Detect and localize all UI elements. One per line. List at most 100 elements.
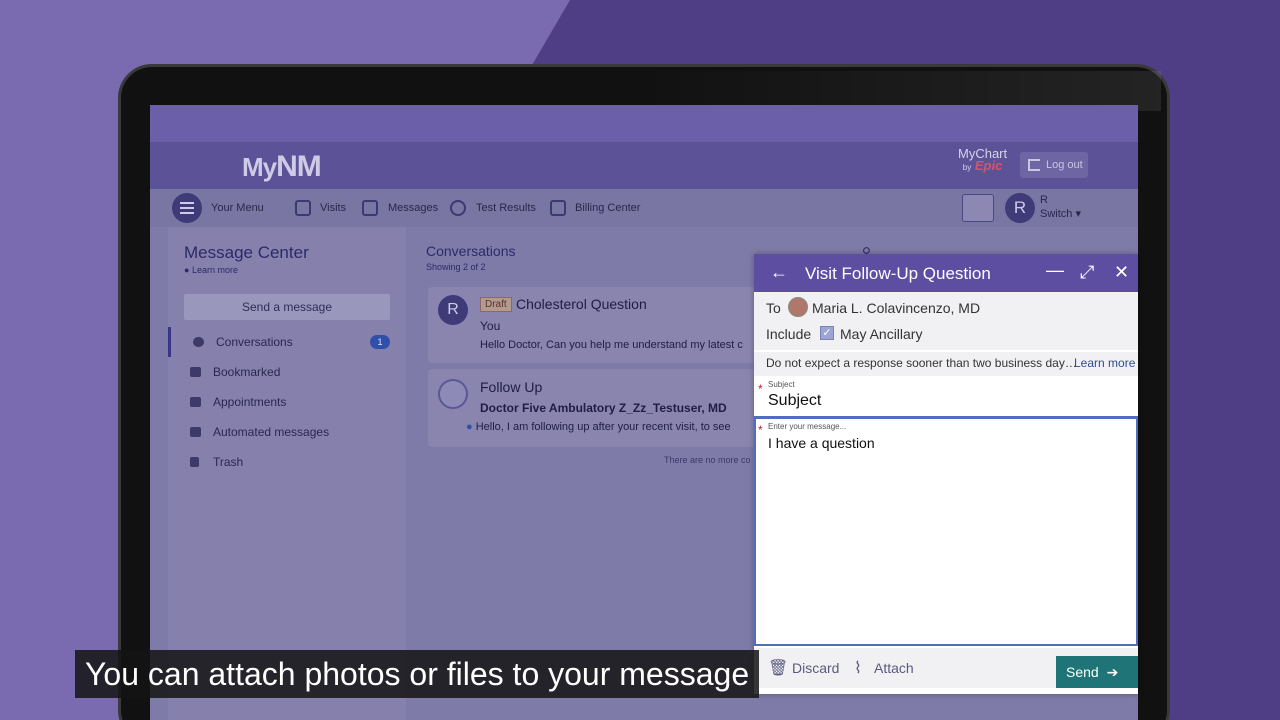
- switch-label: Switch: [1040, 208, 1073, 220]
- nav-your-menu[interactable]: Your Menu: [211, 189, 264, 227]
- message-center-panel: Message Center ● Learn more Send a messa…: [168, 227, 406, 720]
- folder-appointments[interactable]: Appointments: [168, 387, 406, 417]
- subject-field[interactable]: * Subject Subject: [754, 378, 1138, 418]
- notice-learn-more-link[interactable]: Learn more: [1074, 356, 1135, 370]
- back-arrow-icon[interactable]: ←: [770, 262, 788, 283]
- info-icon: ●: [184, 265, 190, 275]
- nav-billing-center[interactable]: Billing Center: [575, 189, 640, 227]
- mychart-logo: MyChart by Epic: [958, 147, 1007, 174]
- switch-user[interactable]: R Switch ▾: [1040, 193, 1081, 221]
- app-header: MyNM MyChart by Epic Log out: [150, 142, 1138, 189]
- menu-icon[interactable]: [172, 193, 202, 223]
- conversation-subject: Cholesterol Question: [516, 296, 647, 312]
- learn-more-label: Learn more: [191, 265, 238, 275]
- include-checkbox[interactable]: ✓: [820, 326, 834, 340]
- conversations-count: Showing 2 of 2: [426, 262, 486, 272]
- conversation-from: Doctor Five Ambulatory Z_Zz_Testuser, MD: [480, 401, 727, 415]
- calendar-icon: [190, 397, 201, 407]
- trash-icon: 🗑: [768, 660, 789, 677]
- flask-icon: [450, 200, 466, 216]
- envelope-icon: [362, 200, 378, 216]
- subject-field-label: Subject: [768, 380, 795, 389]
- conversation-preview-text: Hello, I am following up after your rece…: [475, 421, 731, 433]
- compose-footer: 🗑 Discard ⌇ Attach Send ➔: [754, 648, 1138, 688]
- conversation-item[interactable]: R Draft Cholesterol Question You Hello D…: [428, 287, 758, 363]
- epic-text: Epic: [974, 158, 1003, 173]
- switch-initial: R: [1040, 194, 1048, 206]
- conversation-from: You: [480, 319, 501, 333]
- message-field-label: Enter your message...: [768, 422, 847, 431]
- paperclip-icon: ⌇: [854, 660, 862, 677]
- folder-icon: [190, 427, 201, 437]
- conversation-subject: Follow Up: [480, 379, 543, 395]
- message-input[interactable]: I have a question: [768, 435, 875, 451]
- credit-card-icon: [550, 200, 566, 216]
- send-arrow-icon: ➔: [1106, 664, 1119, 680]
- calendar-icon: [295, 200, 311, 216]
- app-logo[interactable]: MyNM: [242, 150, 322, 184]
- nav-test-results[interactable]: Test Results: [476, 189, 536, 227]
- folder-label: Appointments: [213, 395, 287, 409]
- send-message-button[interactable]: Send a message: [184, 294, 390, 320]
- compose-header: ← Visit Follow-Up Question — ⤢ ✕: [754, 254, 1138, 292]
- logo-text: My: [242, 152, 277, 182]
- user-avatar[interactable]: R: [1005, 193, 1035, 223]
- include-label: Include: [766, 326, 812, 342]
- expand-icon[interactable]: ⤢: [1080, 262, 1094, 283]
- discard-button[interactable]: Discard: [792, 660, 839, 676]
- message-center-title: Message Center: [184, 243, 309, 262]
- bookmark-icon: [190, 367, 201, 377]
- recipients-section: To Maria L. Colavincenzo, MD Include ✓ M…: [754, 292, 1138, 350]
- conversation-preview: ● Hello, I am following up after your re…: [466, 421, 731, 433]
- logout-label: Log out: [1046, 159, 1083, 171]
- folder-label: Automated messages: [213, 425, 330, 439]
- folder-conversations[interactable]: Conversations 1: [168, 327, 406, 357]
- chevron-down-icon: ▾: [1075, 208, 1081, 220]
- draft-badge: Draft: [480, 297, 512, 312]
- nav-visits[interactable]: Visits: [320, 189, 346, 227]
- required-marker: *: [758, 423, 763, 437]
- nav-messages[interactable]: Messages: [388, 189, 438, 227]
- nav-bar: Your Menu Visits Messages Test Results B…: [150, 189, 1138, 227]
- logout-button[interactable]: Log out: [1020, 152, 1088, 178]
- qr-code-icon[interactable]: [962, 194, 994, 222]
- learn-more-link[interactable]: ● Learn more: [184, 265, 238, 275]
- send-label: Send: [1066, 664, 1099, 680]
- chat-bubble-icon: [193, 337, 204, 347]
- top-strip: [150, 105, 1138, 142]
- notice-text: Do not expect a response sooner than two…: [766, 356, 1077, 370]
- conversations-title: Conversations: [426, 243, 516, 259]
- folder-bookmarked[interactable]: Bookmarked: [168, 357, 406, 387]
- trash-icon: [190, 457, 199, 467]
- no-more-conversations: There are no more co: [664, 455, 751, 465]
- send-button[interactable]: Send ➔: [1056, 656, 1138, 688]
- compose-title: Visit Follow-Up Question: [805, 264, 991, 283]
- folder-trash[interactable]: Trash: [168, 447, 406, 477]
- video-caption: You can attach photos or files to your m…: [75, 650, 760, 698]
- close-icon[interactable]: ✕: [1114, 262, 1129, 283]
- avatar: [438, 379, 468, 409]
- attach-button[interactable]: Attach: [874, 660, 914, 676]
- avatar: R: [438, 295, 468, 325]
- recipient-name: Maria L. Colavincenzo, MD: [812, 300, 981, 316]
- logo-mark: NM: [276, 150, 322, 183]
- required-marker: *: [758, 382, 763, 396]
- to-label: To: [766, 300, 781, 316]
- response-notice: Do not expect a response sooner than two…: [754, 352, 1138, 376]
- compose-message-panel: ← Visit Follow-Up Question — ⤢ ✕ To Mari…: [754, 254, 1138, 694]
- doctor-avatar: [788, 297, 808, 317]
- by-text: by: [962, 163, 972, 172]
- folder-label: Conversations: [216, 335, 293, 349]
- minimize-icon[interactable]: —: [1046, 260, 1064, 281]
- subject-input[interactable]: Subject: [768, 392, 821, 410]
- include-name: May Ancillary: [840, 326, 923, 342]
- conversation-preview: Hello Doctor, Can you help me understand…: [480, 339, 743, 351]
- folder-label: Trash: [213, 455, 244, 469]
- logout-icon: [1028, 159, 1040, 171]
- folder-label: Bookmarked: [213, 365, 281, 379]
- unread-badge: 1: [370, 335, 390, 349]
- folder-automated[interactable]: Automated messages: [168, 417, 406, 447]
- conversation-item[interactable]: Follow Up Doctor Five Ambulatory Z_Zz_Te…: [428, 369, 758, 447]
- message-field[interactable]: * Enter your message... I have a questio…: [754, 418, 1138, 646]
- unread-dot: ●: [466, 421, 473, 433]
